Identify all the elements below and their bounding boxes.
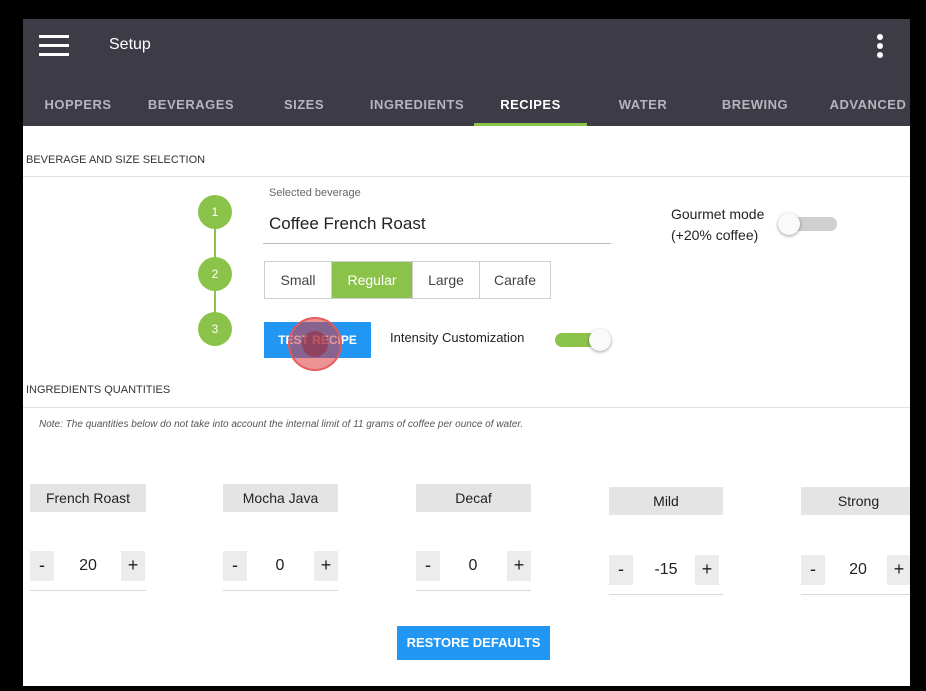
ingredient-name-strong: Strong <box>801 487 910 515</box>
app-bar: Setup HOPPERS BEVERAGES SIZES INGREDIENT… <box>23 19 910 126</box>
restore-defaults-button[interactable]: RESTORE DEFAULTS <box>397 626 550 660</box>
ingredient-name-french-roast: French Roast <box>30 484 146 512</box>
size-carafe-button[interactable]: Carafe <box>480 262 550 298</box>
tab-brewing[interactable]: BREWING <box>709 87 801 126</box>
size-small-button[interactable]: Small <box>265 262 332 298</box>
increment-button[interactable]: + <box>314 551 338 581</box>
decrement-button[interactable]: - <box>223 551 247 581</box>
ingredients-section-title: INGREDIENTS QUANTITIES <box>26 384 171 396</box>
quantity-stepper-mocha-java: - 0 + <box>223 551 338 591</box>
step-2-badge: 2 <box>198 257 232 291</box>
quantity-value[interactable]: 0 <box>251 551 309 581</box>
decrement-button[interactable]: - <box>801 555 825 585</box>
quantity-stepper-french-roast: - 20 + <box>30 551 146 591</box>
tab-recipes[interactable]: RECIPES <box>474 87 587 126</box>
quantity-value[interactable]: 0 <box>444 551 502 581</box>
quantity-stepper-strong: - 20 + <box>801 555 910 595</box>
tab-hoppers[interactable]: HOPPERS <box>35 87 121 126</box>
ingredients-note: Note: The quantities below do not take i… <box>39 419 524 430</box>
intensity-customization-label: Intensity Customization <box>390 330 525 345</box>
quantity-value[interactable]: 20 <box>58 551 118 581</box>
gourmet-mode-label: Gourmet mode <box>671 206 765 222</box>
tab-beverages[interactable]: BEVERAGES <box>141 87 241 126</box>
divider <box>23 176 910 177</box>
tab-water[interactable]: WATER <box>601 87 685 126</box>
tab-bar: HOPPERS BEVERAGES SIZES INGREDIENTS RECI… <box>23 87 910 126</box>
beverage-section-title: BEVERAGE AND SIZE SELECTION <box>26 154 206 166</box>
step-1-badge: 1 <box>198 195 232 229</box>
tab-sizes[interactable]: SIZES <box>269 87 339 126</box>
field-underline <box>263 243 611 244</box>
quantity-stepper-mild: - -15 + <box>609 555 723 595</box>
increment-button[interactable]: + <box>887 555 910 585</box>
more-options-icon[interactable] <box>876 34 884 64</box>
size-large-button[interactable]: Large <box>413 262 480 298</box>
decrement-button[interactable]: - <box>30 551 54 581</box>
menu-icon[interactable] <box>39 35 69 59</box>
gourmet-mode-sublabel: (+20% coffee) <box>671 227 759 243</box>
increment-button[interactable]: + <box>507 551 531 581</box>
selected-beverage-field[interactable]: Coffee French Roast <box>269 214 426 234</box>
divider <box>23 407 910 408</box>
ingredient-name-decaf: Decaf <box>416 484 531 512</box>
quantity-value[interactable]: 20 <box>829 555 887 585</box>
decrement-button[interactable]: - <box>416 551 440 581</box>
size-regular-button[interactable]: Regular <box>332 262 413 298</box>
quantity-value[interactable]: -15 <box>637 555 695 585</box>
tab-advanced[interactable]: ADVANCED <box>823 87 910 126</box>
touch-indicator-center <box>302 331 328 357</box>
size-selector: Small Regular Large Carafe <box>264 261 551 299</box>
selected-beverage-label: Selected beverage <box>269 187 361 199</box>
increment-button[interactable]: + <box>121 551 145 581</box>
app-title: Setup <box>109 36 151 53</box>
screen: Setup HOPPERS BEVERAGES SIZES INGREDIENT… <box>23 19 910 686</box>
ingredient-name-mild: Mild <box>609 487 723 515</box>
ingredient-name-mocha-java: Mocha Java <box>223 484 338 512</box>
tab-ingredients[interactable]: INGREDIENTS <box>359 87 475 126</box>
increment-button[interactable]: + <box>695 555 719 585</box>
quantity-stepper-decaf: - 0 + <box>416 551 531 591</box>
step-3-badge: 3 <box>198 312 232 346</box>
decrement-button[interactable]: - <box>609 555 633 585</box>
